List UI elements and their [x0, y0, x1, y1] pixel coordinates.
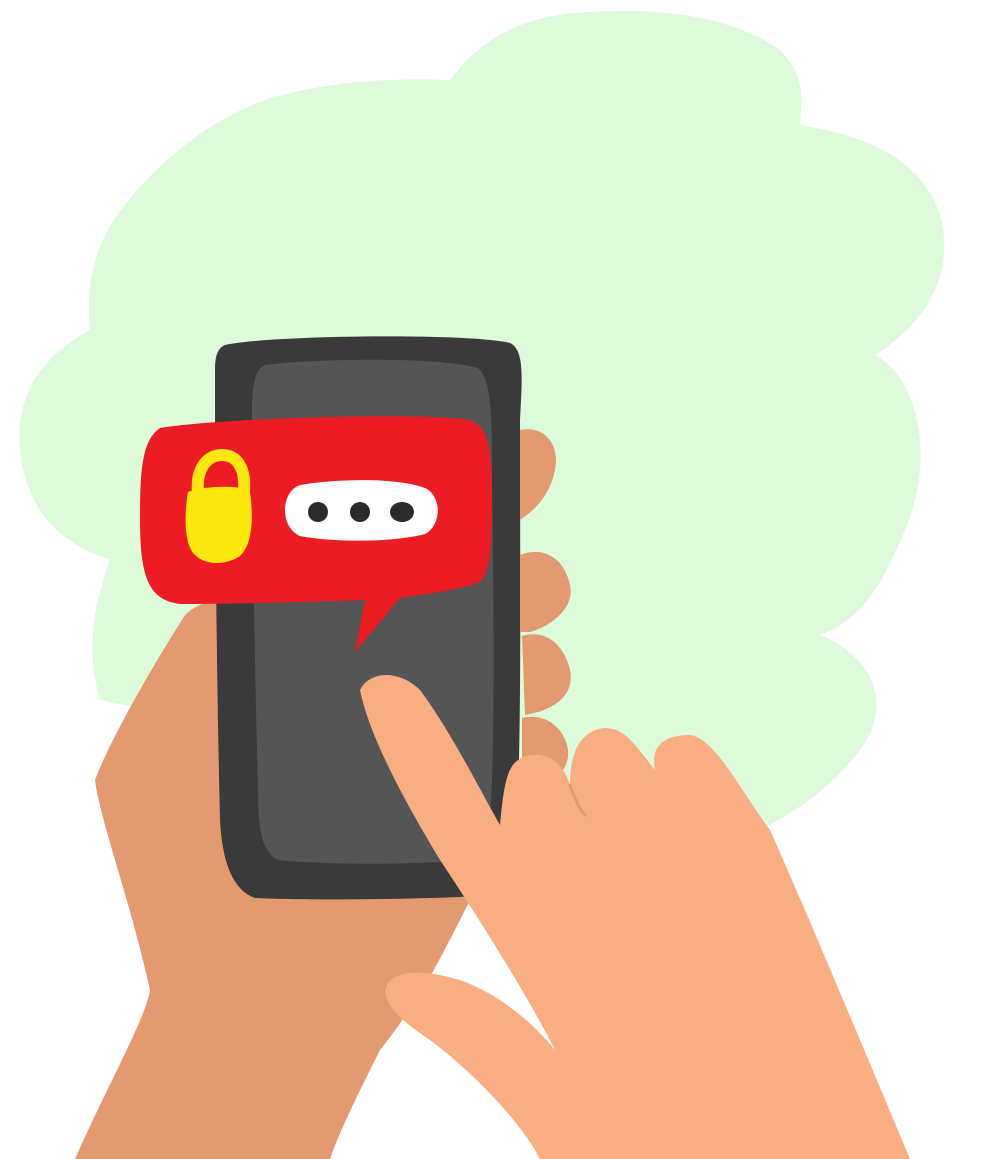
- password-dots-icon: [285, 480, 438, 541]
- padlock-body: [185, 486, 252, 564]
- password-dot: [390, 502, 414, 522]
- password-dot: [308, 502, 328, 522]
- password-dot: [350, 502, 370, 522]
- password-dots: [308, 502, 414, 522]
- illustration-canvas: [19, 10, 945, 1159]
